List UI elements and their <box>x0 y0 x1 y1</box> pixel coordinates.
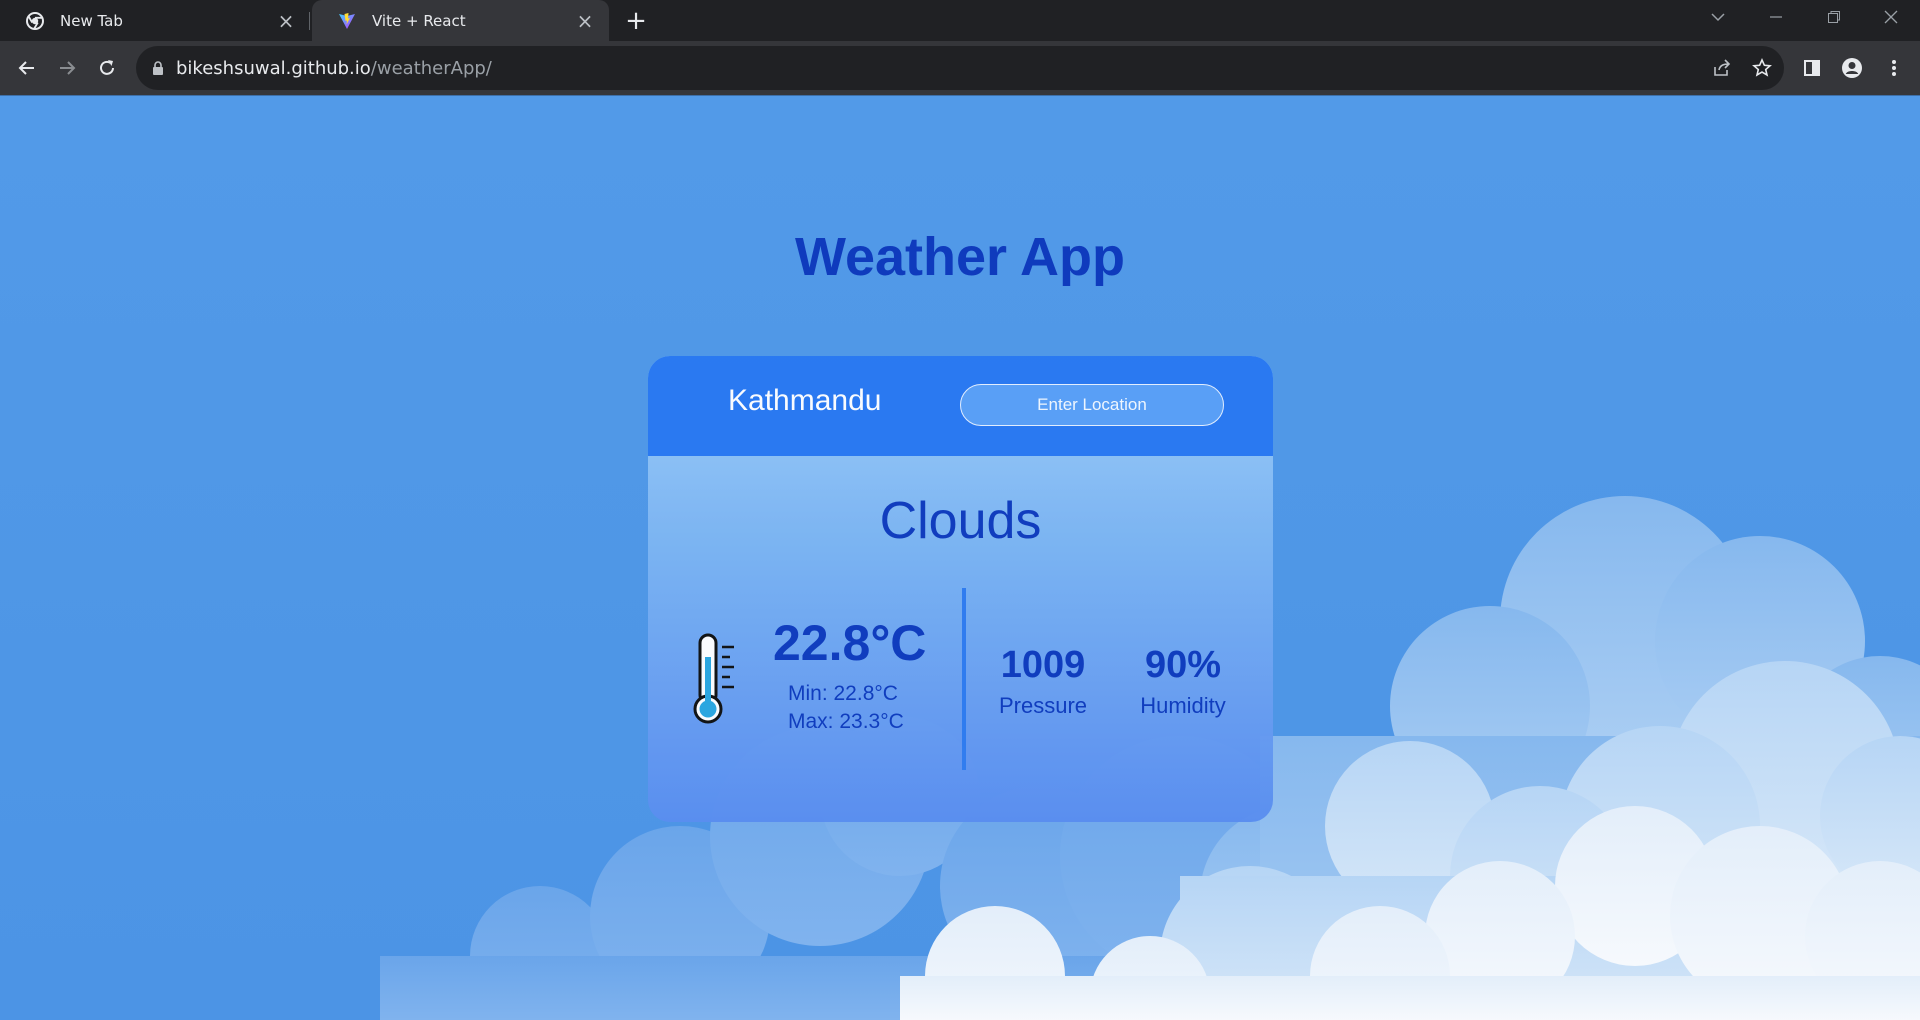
humidity-value: 90% <box>1144 644 1222 686</box>
pressure-label: Pressure <box>998 693 1088 718</box>
pressure-stat: 1009 Pressure <box>988 644 1098 719</box>
bookmark-star-icon[interactable] <box>1748 54 1776 82</box>
stats-divider <box>962 588 966 770</box>
share-icon[interactable] <box>1708 54 1736 82</box>
min-max-temperature: Min: 22.8°C Max: 23.3°C <box>788 680 904 736</box>
weather-card: Kathmandu Clouds 22.8°C Min: 22.8°C Max:… <box>648 356 1273 822</box>
lock-icon <box>153 61 163 75</box>
tab-divider <box>309 12 310 30</box>
current-temperature: 22.8°C <box>773 615 927 671</box>
restore-icon[interactable] <box>1820 6 1848 34</box>
card-header: Kathmandu <box>648 356 1273 456</box>
close-icon[interactable]: × <box>575 11 595 31</box>
url-path: /weatherApp/ <box>370 57 492 79</box>
back-arrow-icon[interactable] <box>13 54 41 82</box>
weather-condition: Clouds <box>879 492 1042 550</box>
thermometer-icon <box>693 633 734 724</box>
minimize-icon[interactable] <box>1762 6 1790 34</box>
chevron-down-icon[interactable] <box>1704 6 1732 34</box>
humidity-stat: 90% Humidity <box>1128 644 1238 719</box>
city-name: Kathmandu <box>728 384 882 417</box>
tab-title: Vite + React <box>372 11 466 30</box>
browser-toolbar: bikeshsuwal.github.io/weatherApp/ <box>0 41 1920 95</box>
page-viewport: Weather App Kathmandu Clouds 22.8°C Min:… <box>0 96 1920 1020</box>
browser-tabstrip: New Tab × Vite + React × + <box>0 0 1920 41</box>
location-input[interactable] <box>960 384 1224 426</box>
side-panel-icon[interactable] <box>1798 54 1826 82</box>
menu-dots-icon[interactable] <box>1880 54 1908 82</box>
tab-title: New Tab <box>60 11 123 30</box>
forward-arrow-icon[interactable] <box>53 54 81 82</box>
pressure-value: 1009 <box>1000 644 1086 686</box>
profile-icon[interactable] <box>1838 54 1866 82</box>
tab-new-tab[interactable]: New Tab × <box>0 0 310 41</box>
max-temperature: Max: 23.3°C <box>788 710 904 733</box>
url-host: bikeshsuwal.github.io <box>176 57 371 79</box>
address-bar[interactable]: bikeshsuwal.github.io/weatherApp/ <box>136 46 1784 90</box>
humidity-label: Humidity <box>1140 693 1226 718</box>
tab-vite-react[interactable]: Vite + React × <box>312 0 609 41</box>
close-window-icon[interactable] <box>1877 6 1905 34</box>
reload-icon[interactable] <box>93 54 121 82</box>
min-temperature: Min: 22.8°C <box>788 682 898 705</box>
vite-icon <box>339 12 355 29</box>
new-tab-button[interactable]: + <box>622 8 650 36</box>
chrome-icon <box>26 11 44 30</box>
app-title: Weather App <box>794 227 1126 287</box>
close-icon[interactable]: × <box>276 11 296 31</box>
